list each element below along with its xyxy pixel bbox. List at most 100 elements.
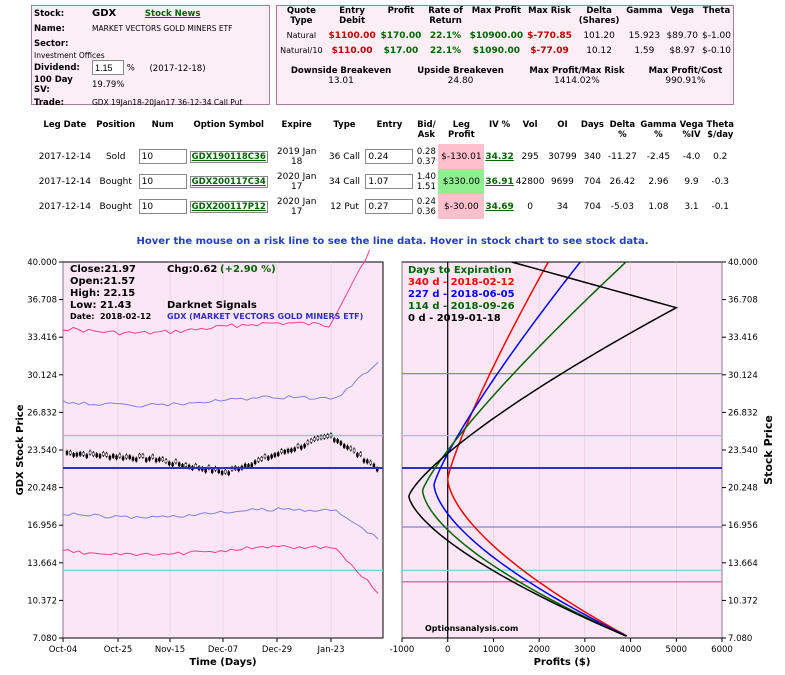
candle-body — [217, 469, 221, 473]
leg-iv-link[interactable]: 36.91 — [485, 177, 513, 187]
candle-body — [135, 457, 138, 462]
candle-body — [280, 449, 283, 453]
candle-body — [369, 460, 372, 465]
qt-cell: $17.00 — [383, 45, 419, 56]
candle-body — [131, 457, 135, 461]
candle-body — [102, 452, 105, 456]
leg-num-input[interactable] — [138, 149, 187, 164]
risk-chart[interactable]: 40.000 36.708 33.416 30.124 26.832 23.540 20.2… — [390, 258, 775, 668]
leg-profit: $-130.01 — [438, 144, 485, 169]
candle-body — [313, 437, 316, 441]
leg-vol: 42800 — [515, 176, 545, 187]
qt-cell: $-770.85 — [527, 30, 572, 41]
candle-body — [154, 458, 158, 463]
leg-date: 2017-12-14 — [38, 176, 91, 187]
y-tick-label: 36.708 — [728, 296, 758, 306]
leg-entry-input[interactable] — [365, 199, 414, 214]
candle-body — [352, 448, 356, 453]
option-symbol-link[interactable]: GDX190118C36 — [189, 150, 268, 163]
qt-cell: $-0.10 — [701, 45, 731, 56]
leg-num-input[interactable] — [138, 174, 187, 189]
candle-body — [144, 458, 148, 462]
qt-header: Theta — [702, 6, 731, 16]
legs-table: Leg Date Position Num Option Symbol Expi… — [35, 120, 735, 219]
candle-body — [227, 471, 230, 475]
legs-header: Entry — [376, 120, 403, 130]
darknet-label: Darknet Signals — [167, 300, 257, 311]
sector-label: Sector: — [34, 38, 69, 49]
y-tick-label: 26.832 — [27, 408, 57, 418]
left-x-axis: Oct-04 Oct-25 Nov-15 Dec-07 Dec-29 Jan-23 — [49, 638, 345, 655]
leg-oi: 34 — [556, 201, 569, 212]
right-x-label: Profits ($) — [534, 657, 591, 668]
candle-body — [171, 462, 174, 467]
qt-cell: $1090.00 — [472, 45, 521, 56]
leg-type: 34 Call — [328, 176, 361, 187]
candle-body — [300, 445, 303, 450]
x-tick-label: Jan-23 — [317, 645, 345, 655]
leg-entry-input[interactable] — [365, 174, 414, 189]
summary-value: 13.01 — [328, 76, 354, 86]
leg-ask: 0.36 — [416, 206, 436, 217]
candle-body — [75, 452, 79, 457]
leg-entry-input[interactable] — [365, 149, 414, 164]
leg-delta: -5.03 — [610, 201, 634, 212]
leg-gamma: -2.45 — [646, 151, 671, 162]
summary-header: Upside Breakeven — [417, 66, 504, 76]
y-tick-label: 33.416 — [728, 333, 758, 343]
candle-body — [78, 452, 82, 456]
leg-vega: -4.0 — [682, 151, 701, 162]
x-tick-label: 4000 — [620, 645, 642, 655]
candle-body — [138, 454, 141, 458]
candle-body — [356, 453, 359, 457]
leg-vol: 0 — [527, 201, 533, 212]
candle-body — [286, 448, 290, 453]
stock-symbol: GDX — [92, 8, 117, 19]
legs-header: Leg Profit — [448, 120, 475, 140]
y-tick-label: 23.540 — [728, 446, 758, 456]
candle-body — [273, 453, 277, 457]
legs-header: IV % — [488, 120, 511, 130]
candle-body — [293, 447, 296, 452]
candle-body — [243, 463, 247, 468]
dividend-input[interactable] — [92, 60, 124, 75]
candle-body — [85, 454, 89, 458]
stock-price-chart[interactable]: 40.000 36.708 33.416 30.124 26.832 23.540 20.2… — [15, 250, 384, 668]
leg-date: 2017-12-14 — [38, 201, 91, 212]
right-x-axis: -1000 0 1000 2000 3000 4000 5000 6000 — [390, 638, 733, 655]
option-symbol-link[interactable]: GDX200117P12 — [189, 200, 268, 213]
qt-cell: $1100.00 — [328, 30, 376, 41]
candle-body — [362, 458, 366, 463]
leg-oi: 30799 — [548, 151, 577, 162]
candle-body — [303, 444, 306, 448]
leg-row: 2017-12-14 Sold GDX190118C36 2019 Jan 18… — [35, 144, 735, 169]
date-value: 2018-02-12 — [100, 312, 151, 321]
candle-body — [141, 454, 145, 458]
legend-item-340: 340 d - 2018-02-12 — [408, 277, 515, 288]
candle-body — [82, 452, 85, 456]
leg-num-input[interactable] — [138, 199, 187, 214]
option-symbol-link[interactable]: GDX200117C34 — [189, 175, 268, 188]
x-tick-label: 0 — [445, 645, 450, 655]
stock-news-link[interactable]: Stock News — [145, 9, 200, 19]
leg-iv-link[interactable]: 34.69 — [485, 202, 513, 212]
left-y-axis: 40.000 36.708 33.416 30.124 26.832 23.540 20.2… — [27, 258, 63, 644]
candle-body — [92, 452, 95, 456]
qt-cell: $170.00 — [380, 30, 422, 41]
y-tick-label: 40.000 — [728, 258, 758, 268]
leg-ask: 0.37 — [416, 156, 436, 167]
candle-body — [158, 457, 161, 462]
candle-body — [309, 439, 313, 443]
leg-iv-link[interactable]: 34.32 — [485, 152, 513, 162]
candle-body — [267, 456, 270, 460]
leg-type: 36 Call — [328, 151, 361, 162]
legs-header: Vega %IV — [679, 120, 704, 140]
leg-type: 12 Put — [330, 201, 359, 212]
legend-item-227: 227 d - 2018-06-05 — [408, 289, 515, 300]
watermark: Optionsanalysis.com — [425, 624, 518, 633]
right-y-label: Stock Price — [762, 415, 775, 485]
qt-cell: $8.97 — [669, 45, 696, 56]
leg-date: 2017-12-14 — [38, 151, 91, 162]
y-tick-label: 10.372 — [728, 596, 758, 606]
candle-body — [194, 464, 197, 468]
